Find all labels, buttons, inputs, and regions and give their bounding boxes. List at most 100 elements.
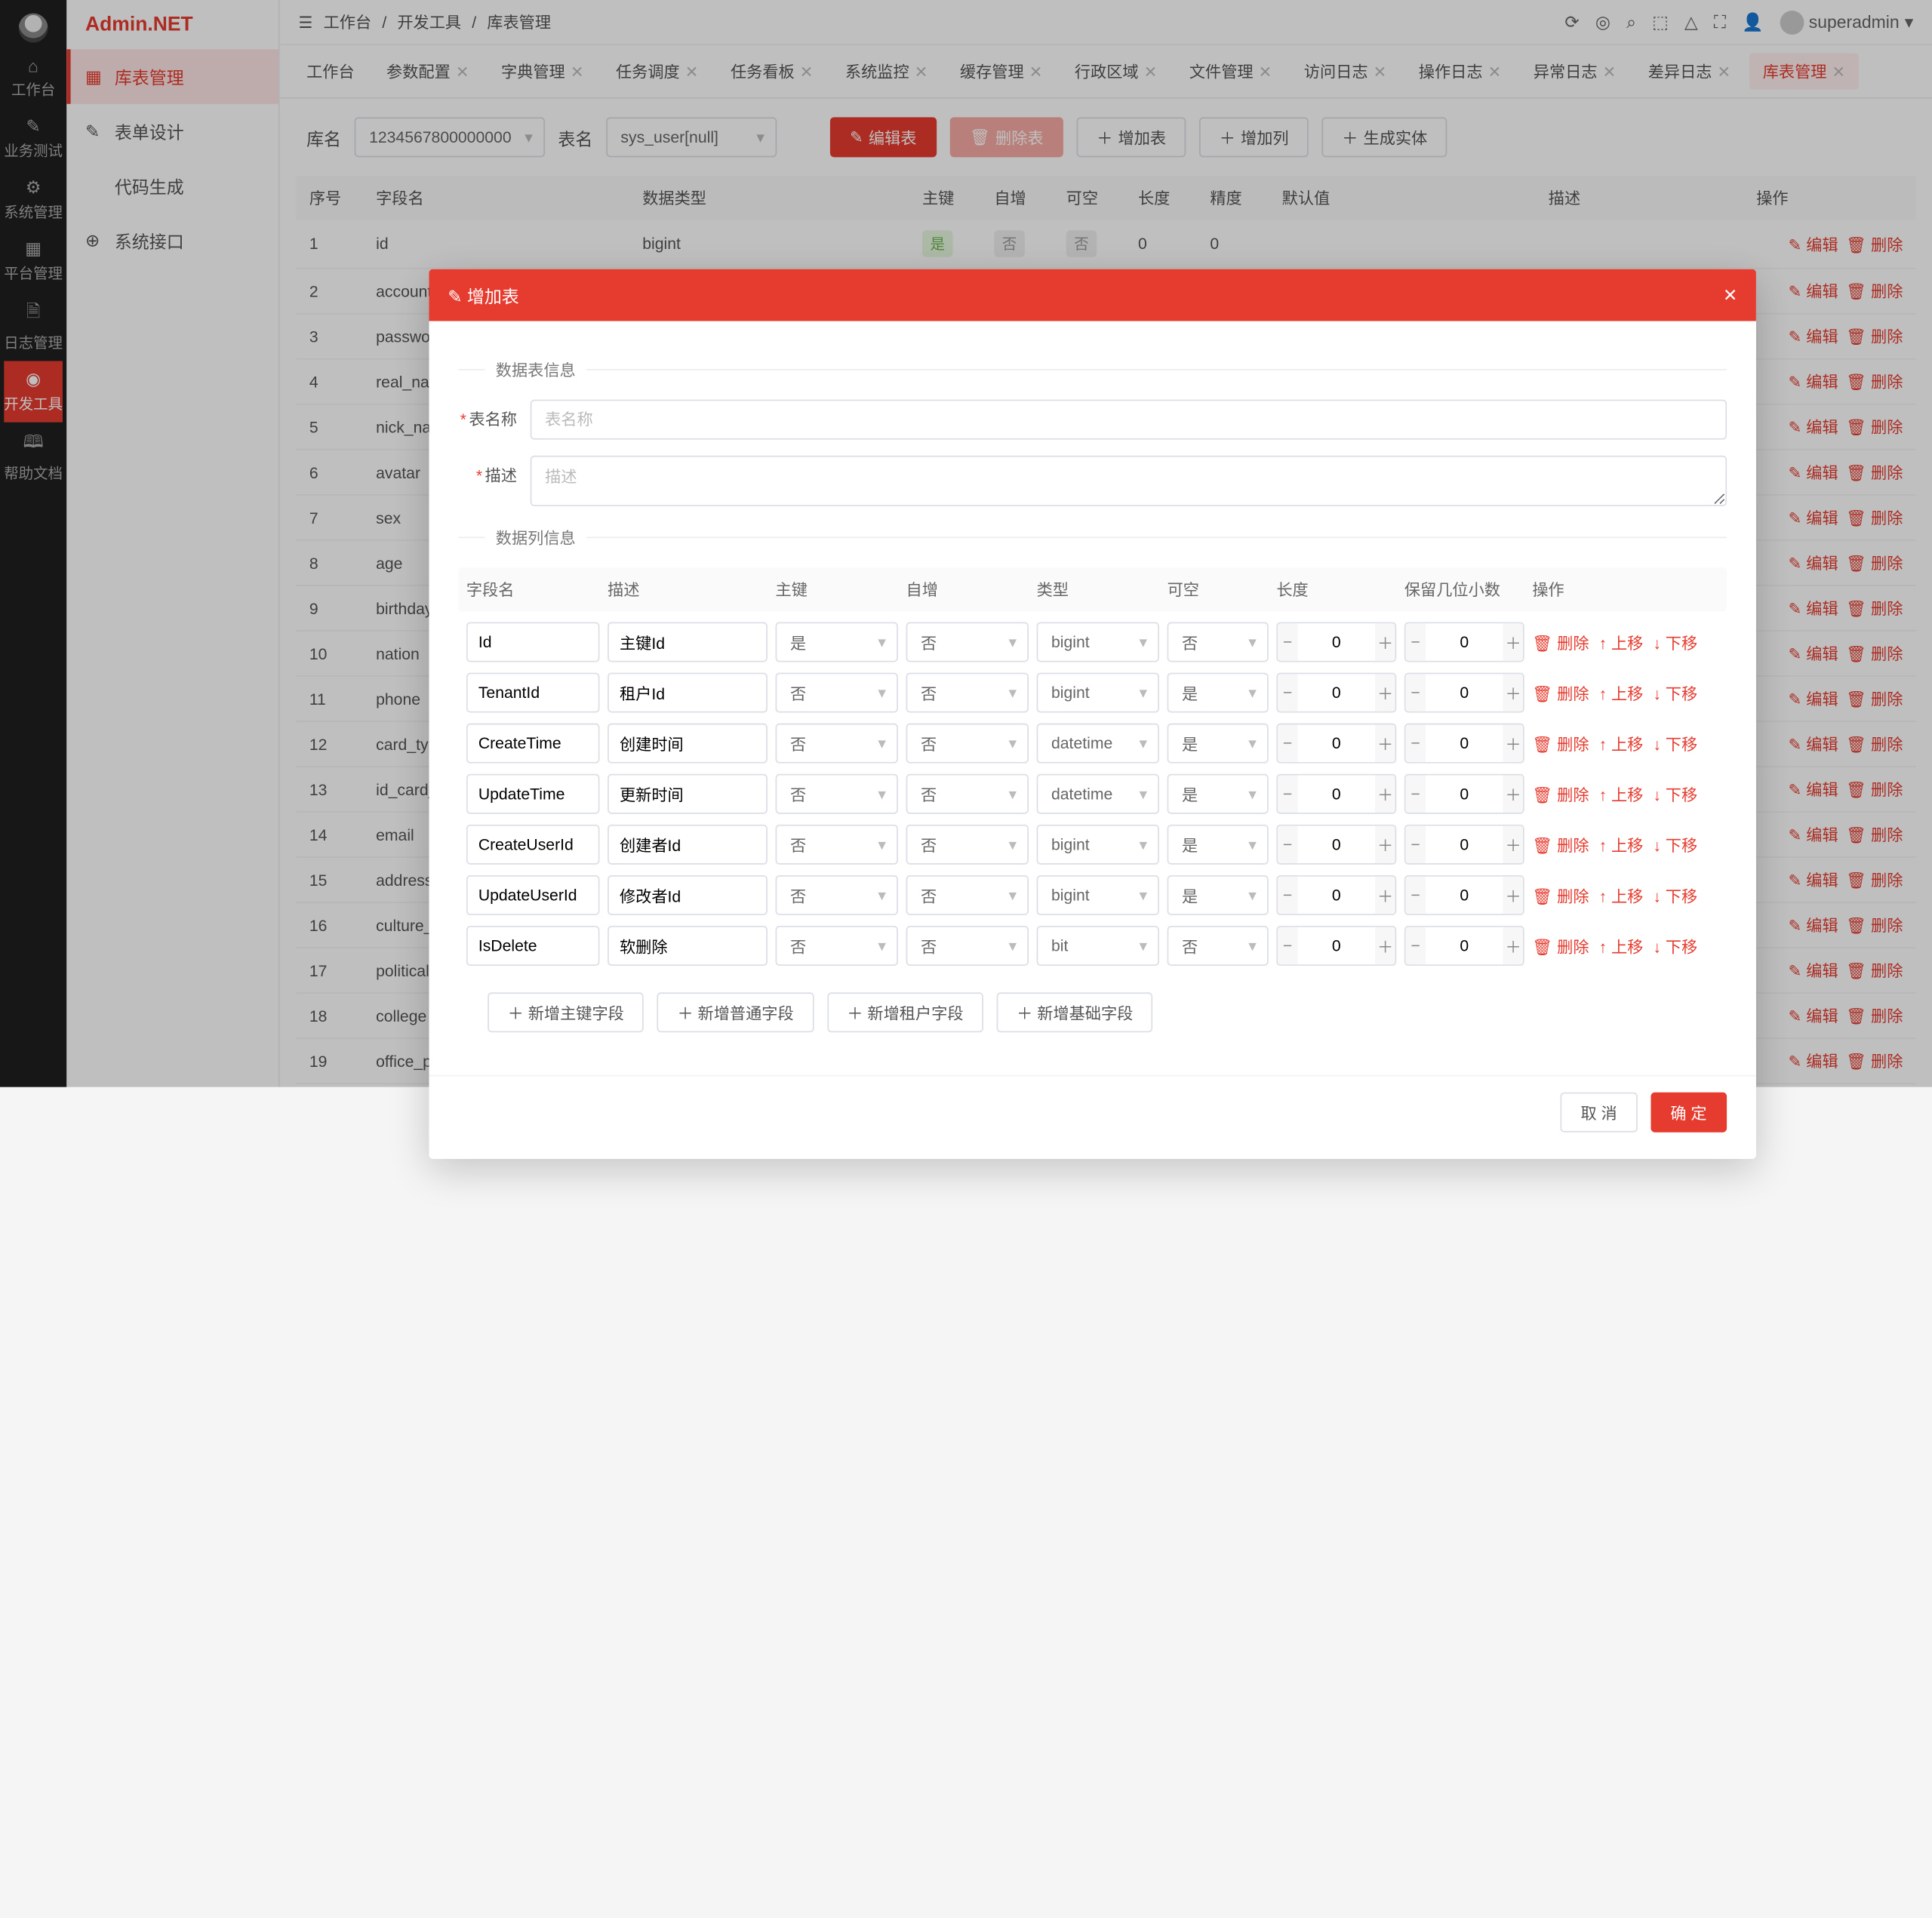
add-field-button[interactable]: ＋ 新增主键字段 [488,992,644,1032]
grid-select[interactable]: 否 [776,724,898,764]
grid-select[interactable]: 否 [776,673,898,713]
minus-icon: − [1406,826,1426,863]
grid-up[interactable]: ↑ 上移 [1598,735,1643,754]
grid-select[interactable]: 否 [906,673,1029,713]
grid-down[interactable]: ↓ 下移 [1653,634,1697,653]
stepper[interactable]: −＋ [1276,622,1396,662]
stepper[interactable]: −＋ [1404,774,1524,814]
tablename-input[interactable] [531,400,1727,440]
minus-icon: − [1278,877,1297,914]
grid-del[interactable]: 🗑 删除 [1532,836,1589,855]
grid-down[interactable]: ↓ 下移 [1653,735,1697,754]
grid-down[interactable]: ↓ 下移 [1653,887,1697,905]
stepper[interactable]: −＋ [1276,724,1396,764]
plus-icon: ＋ [1503,927,1523,964]
field-desc-input[interactable] [608,875,768,915]
stepper[interactable]: −＋ [1276,774,1396,814]
grid-select[interactable]: 否 [776,926,898,966]
grid-del[interactable]: 🗑 删除 [1532,937,1589,956]
grid-select[interactable]: 否 [906,926,1029,966]
grid-del[interactable]: 🗑 删除 [1532,887,1589,905]
grid-select[interactable]: 是 [1168,825,1269,865]
ok-button[interactable]: 确 定 [1651,1093,1727,1133]
grid-up[interactable]: ↑ 上移 [1598,937,1643,956]
field-name-input[interactable] [466,622,600,662]
stepper[interactable]: −＋ [1404,825,1524,865]
field-desc-input[interactable] [608,926,768,966]
grid-down[interactable]: ↓ 下移 [1653,836,1697,855]
plus-icon: ＋ [1376,724,1395,761]
grid-select[interactable]: 否 [906,774,1029,814]
minus-icon: − [1406,674,1426,711]
stepper[interactable]: −＋ [1404,724,1524,764]
stepper[interactable]: −＋ [1276,673,1396,713]
add-field-button[interactable]: ＋ 新增租户字段 [827,992,983,1032]
stepper[interactable]: −＋ [1276,875,1396,915]
stepper[interactable]: −＋ [1404,673,1524,713]
grid-select[interactable]: 是 [1168,673,1269,713]
minus-icon: − [1406,724,1426,761]
add-field-button[interactable]: ＋ 新增基础字段 [997,992,1153,1032]
grid-select[interactable]: 否 [906,825,1029,865]
field-name-input[interactable] [466,774,600,814]
grid-select[interactable]: bit [1037,926,1159,966]
grid-up[interactable]: ↑ 上移 [1598,634,1643,653]
grid-select[interactable]: 是 [776,622,898,662]
grid-up[interactable]: ↑ 上移 [1598,785,1643,804]
modal-title: 增加表 [467,287,519,306]
cancel-button[interactable]: 取 消 [1561,1093,1637,1133]
grid-select[interactable]: 是 [1168,875,1269,915]
grid-down[interactable]: ↓ 下移 [1653,684,1697,703]
grid-select[interactable]: bigint [1037,825,1159,865]
field-desc-input[interactable] [608,825,768,865]
stepper[interactable]: −＋ [1276,825,1396,865]
minus-icon: − [1278,927,1297,964]
grid-select[interactable]: 是 [1168,724,1269,764]
grid-select[interactable]: bigint [1037,622,1159,662]
plus-icon: ＋ [1503,877,1523,914]
grid-select[interactable]: 是 [1168,774,1269,814]
grid-up[interactable]: ↑ 上移 [1598,684,1643,703]
grid-select[interactable]: datetime [1037,724,1159,764]
minus-icon: − [1406,927,1426,964]
grid-up[interactable]: ↑ 上移 [1598,887,1643,905]
field-name-input[interactable] [466,875,600,915]
grid-up[interactable]: ↑ 上移 [1598,836,1643,855]
grid-down[interactable]: ↓ 下移 [1653,937,1697,956]
grid-del[interactable]: 🗑 删除 [1532,634,1589,653]
grid-del[interactable]: 🗑 删除 [1532,684,1589,703]
add-field-button[interactable]: ＋ 新增普通字段 [657,992,814,1032]
field-name-input[interactable] [466,673,600,713]
grid-select[interactable]: 否 [906,875,1029,915]
grid-select[interactable]: bigint [1037,875,1159,915]
grid-select[interactable]: 否 [1168,622,1269,662]
field-name-input[interactable] [466,825,600,865]
grid-down[interactable]: ↓ 下移 [1653,785,1697,804]
grid-select[interactable]: 否 [776,825,898,865]
grid-select[interactable]: 否 [776,875,898,915]
field-desc-input[interactable] [608,774,768,814]
stepper[interactable]: −＋ [1404,875,1524,915]
field-desc-input[interactable] [608,724,768,764]
grid-select[interactable]: 否 [906,724,1029,764]
stepper[interactable]: −＋ [1404,926,1524,966]
field-name-input[interactable] [466,724,600,764]
stepper[interactable]: −＋ [1276,926,1396,966]
stepper[interactable]: −＋ [1404,622,1524,662]
grid-select[interactable]: 否 [776,774,898,814]
plus-icon: ＋ [1503,826,1523,863]
field-name-input[interactable] [466,926,600,966]
close-icon[interactable]: ✕ [1723,284,1737,306]
grid-del[interactable]: 🗑 删除 [1532,735,1589,754]
grid-select[interactable]: datetime [1037,774,1159,814]
field-desc-input[interactable] [608,622,768,662]
grid-select[interactable]: bigint [1037,673,1159,713]
grid-select[interactable]: 否 [1168,926,1269,966]
add-table-modal: ✎ 增加表 ✕ 数据表信息 *表名称 *描述 数据列信息 字段名描述主键自增类型… [429,269,1755,1159]
minus-icon: − [1406,877,1426,914]
desc-input[interactable] [531,456,1727,506]
grid-select[interactable]: 否 [906,622,1029,662]
field-desc-input[interactable] [608,673,768,713]
minus-icon: − [1406,776,1426,813]
grid-del[interactable]: 🗑 删除 [1532,785,1589,804]
